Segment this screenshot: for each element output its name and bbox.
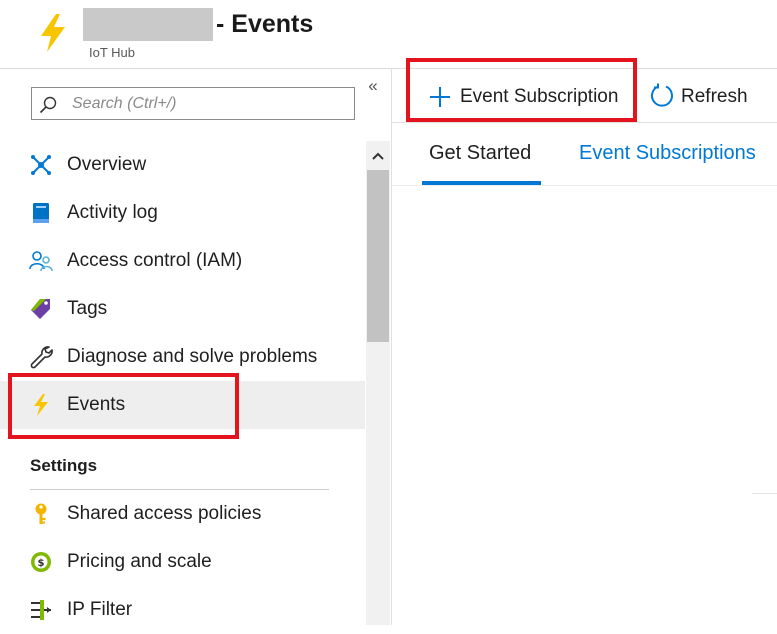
refresh-button[interactable]: Refresh bbox=[648, 72, 758, 116]
sidebar-divider bbox=[391, 69, 392, 625]
search-field[interactable] bbox=[31, 87, 355, 120]
tab-label: Get Started bbox=[429, 142, 532, 164]
sidebar-item-diagnose[interactable]: Diagnose and solve problems bbox=[0, 333, 365, 381]
sidebar-item-events[interactable]: Events bbox=[0, 381, 365, 429]
tags-icon bbox=[31, 299, 50, 319]
search-input[interactable] bbox=[72, 92, 348, 116]
page-title: - Events bbox=[216, 10, 314, 38]
resource-type-label: IoT Hub bbox=[89, 45, 136, 60]
scrollbar-thumb[interactable] bbox=[367, 170, 389, 342]
event-subscription-label: Event Subscription bbox=[460, 86, 619, 107]
sidebar-item-label: Access control (IAM) bbox=[67, 250, 243, 271]
access-control-icon bbox=[29, 251, 53, 272]
tab-get-started[interactable]: Get Started bbox=[422, 138, 541, 184]
sidebar-item-label: Overview bbox=[67, 154, 147, 175]
sidebar-item-activity-log[interactable]: Activity log bbox=[0, 189, 365, 237]
sidebar-item-label: Activity log bbox=[67, 202, 158, 223]
sidebar-item-label: Tags bbox=[67, 298, 108, 319]
collapse-sidebar-button[interactable]: « bbox=[363, 76, 383, 96]
redacted-resource-name bbox=[83, 8, 213, 41]
sidebar-item-shared-access-policies[interactable]: Shared access policies bbox=[0, 490, 365, 538]
sidebar-item-label: Pricing and scale bbox=[67, 551, 212, 572]
sidebar-item-access-control[interactable]: Access control (IAM) bbox=[0, 237, 365, 285]
activity-log-icon bbox=[33, 203, 49, 223]
sidebar-item-pricing-and-scale[interactable]: $ Pricing and scale bbox=[0, 538, 365, 586]
scroll-up-arrow-icon[interactable] bbox=[366, 141, 390, 169]
sidebar-item-ip-filter[interactable]: IP Filter bbox=[0, 586, 365, 634]
sidebar-item-tags[interactable]: Tags bbox=[0, 285, 365, 333]
content-divider bbox=[752, 493, 777, 494]
search-icon bbox=[39, 96, 57, 114]
chevron-up-icon bbox=[372, 152, 384, 160]
add-event-subscription-button[interactable]: Event Subscription bbox=[418, 72, 632, 116]
tabs-divider bbox=[392, 185, 777, 186]
svg-text:$: $ bbox=[38, 558, 45, 569]
toolbar-divider bbox=[392, 122, 777, 123]
section-heading-settings: Settings bbox=[30, 456, 98, 475]
key-icon bbox=[35, 503, 47, 524]
page-header: - Events IoT Hub bbox=[0, 0, 777, 70]
tab-label: Event Subscriptions bbox=[579, 142, 756, 164]
sidebar-item-label: Events bbox=[67, 394, 126, 415]
overview-icon bbox=[31, 155, 51, 175]
tab-event-subscriptions[interactable]: Event Subscriptions bbox=[571, 138, 771, 184]
wrench-icon bbox=[30, 346, 53, 369]
sidebar-item-label: Diagnose and solve problems bbox=[67, 346, 318, 367]
lightning-icon bbox=[41, 14, 65, 52]
sidebar-item-label: IP Filter bbox=[67, 599, 133, 620]
plus-icon bbox=[430, 87, 450, 107]
refresh-label: Refresh bbox=[681, 86, 748, 107]
sidebar-item-overview[interactable]: Overview bbox=[0, 141, 365, 189]
sidebar-item-label: Shared access policies bbox=[67, 503, 262, 524]
refresh-icon bbox=[651, 83, 673, 107]
pricing-icon: $ bbox=[31, 552, 51, 572]
ip-filter-icon bbox=[31, 600, 51, 620]
lightning-icon bbox=[34, 394, 48, 416]
